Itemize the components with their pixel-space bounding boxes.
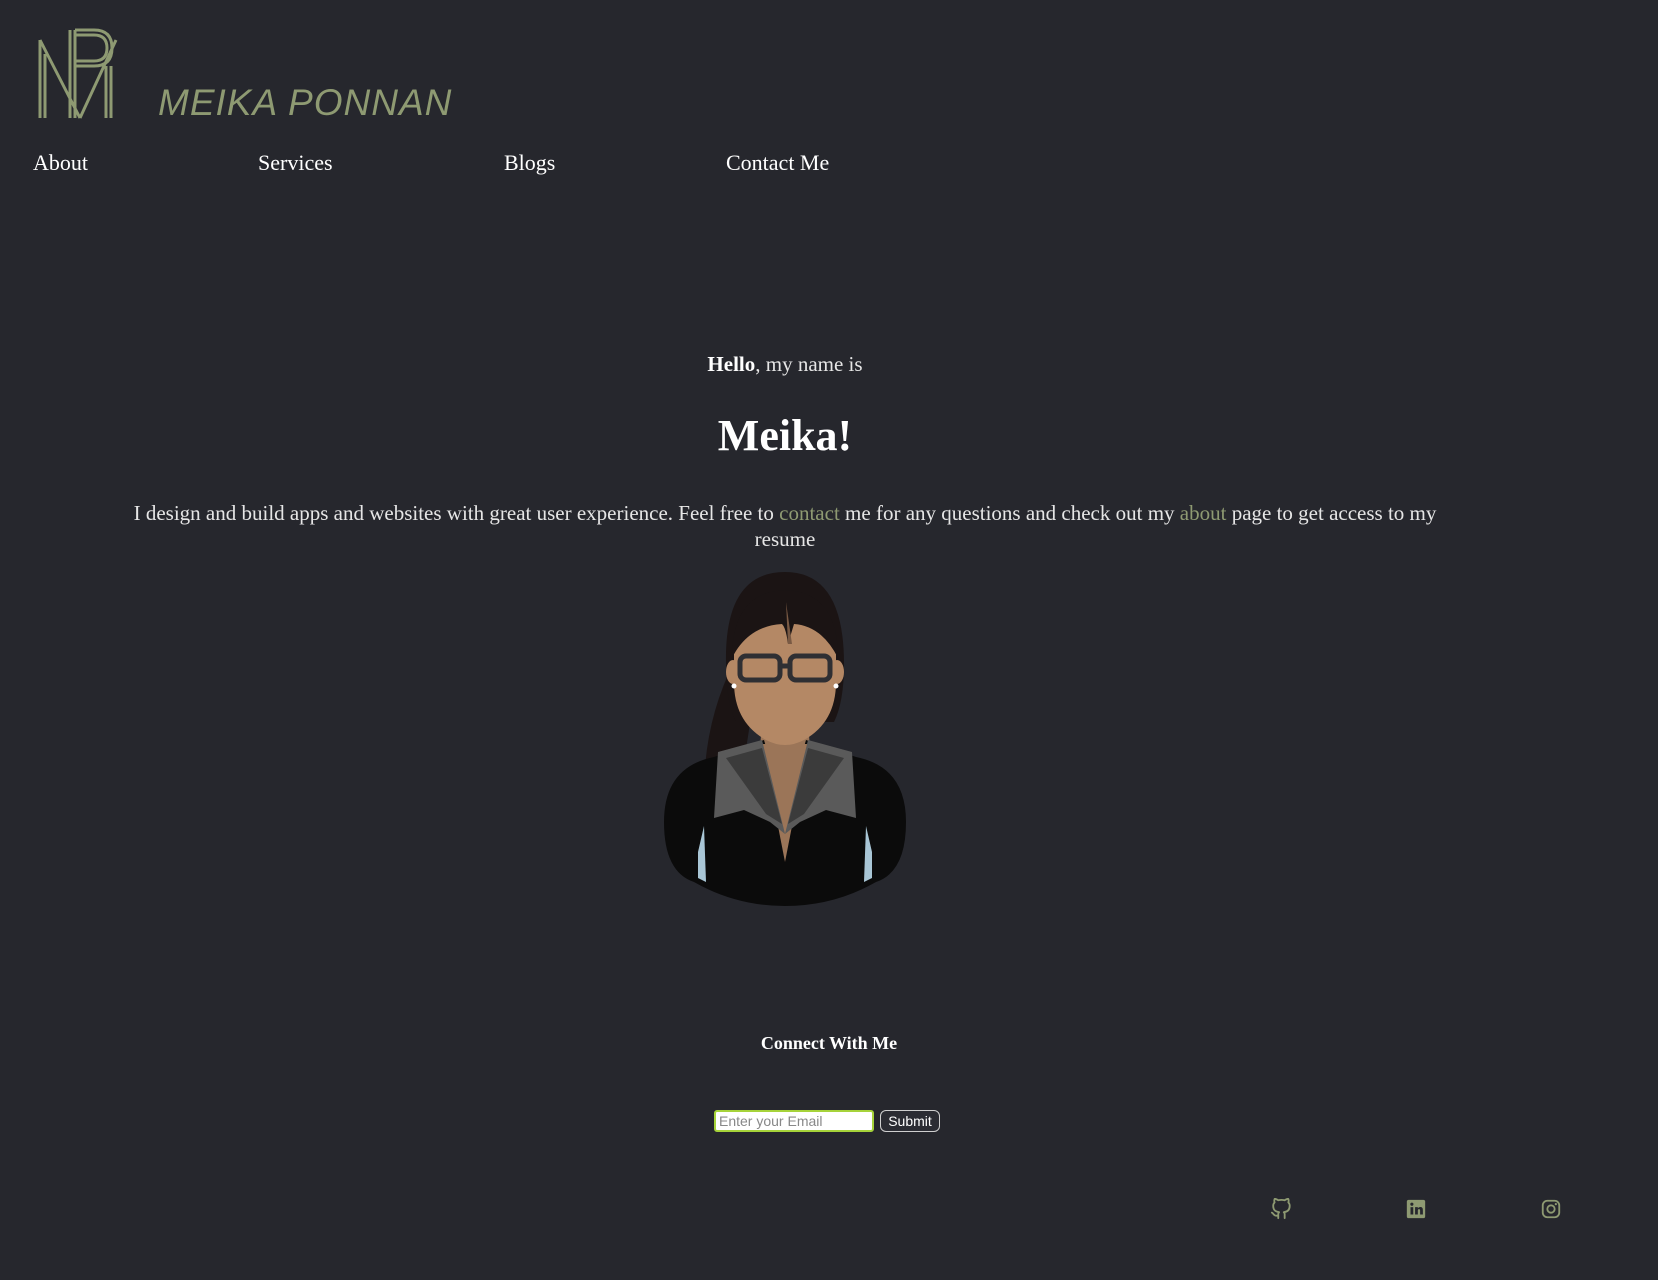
linkedin-icon-glyph (1406, 1199, 1426, 1219)
github-icon-glyph (1270, 1198, 1291, 1220)
about-link[interactable]: about (1180, 501, 1227, 525)
intro-text-2: me for any questions and check out my (839, 501, 1180, 525)
greeting-bold: Hello (707, 352, 756, 376)
linkedin-icon[interactable] (1405, 1198, 1427, 1220)
github-icon[interactable] (1270, 1198, 1292, 1220)
instagram-icon-glyph (1541, 1199, 1561, 1219)
hero-name: Meika! (717, 411, 853, 460)
connect-title: Connect With Me (760, 1033, 898, 1053)
email-input[interactable] (714, 1110, 874, 1132)
contact-link[interactable]: contact (779, 501, 840, 525)
greeting-rest: , my name is (755, 352, 863, 376)
greeting-text: Hello, my name is (0, 352, 1570, 377)
nav-item-blogs[interactable]: Blogs (504, 150, 555, 176)
nav-item-contact-me[interactable]: Contact Me (726, 150, 829, 176)
page: MEIKA PONNAN About Services Blogs Contac… (0, 0, 1658, 1280)
mp-monogram-logo-icon[interactable] (36, 26, 120, 122)
intro-text-1: I design and build apps and websites wit… (133, 501, 780, 525)
nav-item-about[interactable]: About (33, 150, 88, 176)
submit-button[interactable]: Submit (880, 1110, 940, 1132)
brand-name[interactable]: MEIKA PONNAN (158, 82, 452, 124)
instagram-icon[interactable] (1540, 1198, 1562, 1220)
intro-paragraph: I design and build apps and websites wit… (120, 500, 1450, 552)
woman-avatar-icon (664, 572, 906, 906)
nav-item-services[interactable]: Services (258, 150, 333, 176)
